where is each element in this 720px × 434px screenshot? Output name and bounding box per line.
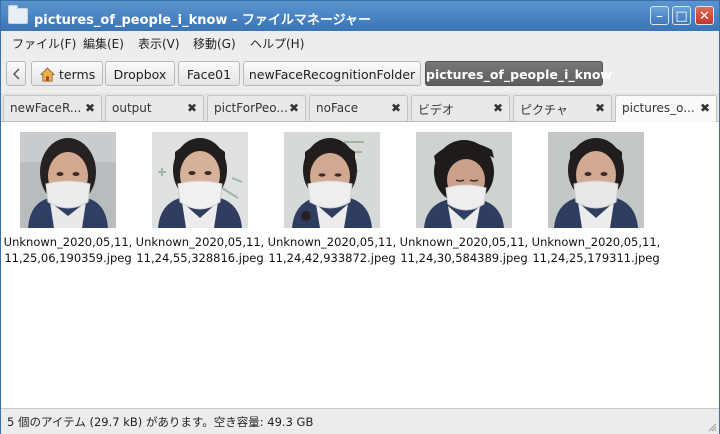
- tab-output[interactable]: output ✖: [105, 95, 204, 121]
- file-name: Unknown_2020,05,11, 11,24,55,328816.jpeg: [135, 235, 265, 265]
- tab-pictforpeo[interactable]: pictForPeo... ✖: [207, 95, 306, 121]
- file-name: Unknown_2020,05,11, 11,25,06,190359.jpeg: [3, 235, 133, 265]
- tab-label: noFace: [316, 101, 359, 115]
- file-name: Unknown_2020,05,11, 11,24,42,933872.jpeg: [267, 235, 397, 265]
- tab-video[interactable]: ビデオ ✖: [411, 95, 510, 121]
- maximize-button[interactable]: □: [672, 6, 691, 25]
- close-icon[interactable]: ✖: [187, 101, 197, 115]
- file-manager-window: pictures_of_people_i_know - ファイルマネージャー –…: [0, 0, 720, 434]
- tab-label: pictures_o...: [622, 101, 695, 115]
- file-thumbnail: [284, 132, 380, 228]
- menu-help[interactable]: ヘルプ(H): [250, 35, 304, 52]
- tab-bar: newFaceR... ✖ output ✖ pictForPeo... ✖ n…: [1, 93, 719, 122]
- tab-newfacer[interactable]: newFaceR... ✖: [3, 95, 102, 121]
- breadcrumb-label: terms: [59, 67, 96, 82]
- breadcrumb-dropbox[interactable]: Dropbox: [105, 61, 175, 86]
- close-icon[interactable]: ✖: [85, 101, 95, 115]
- menu-edit[interactable]: 編集(E): [83, 35, 124, 52]
- tab-label: ピクチャ: [520, 103, 568, 117]
- breadcrumb-home[interactable]: terms: [31, 61, 103, 86]
- close-button[interactable]: ✕: [695, 6, 714, 25]
- file-thumbnail: [548, 132, 644, 228]
- close-icon[interactable]: ✖: [391, 101, 401, 115]
- menu-bar: ファイル(F) 編集(E) 表示(V) 移動(G) ヘルプ(H): [1, 31, 719, 53]
- menu-file[interactable]: ファイル(F): [12, 35, 76, 52]
- file-name: Unknown_2020,05,11, 11,24,30,584389.jpeg: [399, 235, 529, 265]
- close-icon[interactable]: ✖: [289, 101, 299, 115]
- file-thumbnail: [152, 132, 248, 228]
- path-scroll-left-button[interactable]: [6, 61, 26, 86]
- folder-icon: [8, 5, 28, 24]
- close-icon[interactable]: ✖: [595, 101, 605, 115]
- tab-label: output: [112, 101, 152, 115]
- file-thumbnail: [20, 132, 116, 228]
- file-view[interactable]: Unknown_2020,05,11, 11,25,06,190359.jpeg…: [1, 122, 719, 408]
- menu-view[interactable]: 表示(V): [138, 35, 180, 52]
- tab-label: ビデオ: [418, 103, 455, 117]
- file-name: Unknown_2020,05,11, 11,24,25,179311.jpeg: [531, 235, 661, 265]
- window-title: pictures_of_people_i_know - ファイルマネージャー: [34, 13, 371, 28]
- file-thumbnail: [416, 132, 512, 228]
- resize-grip-icon[interactable]: [707, 422, 717, 432]
- path-bar: terms Dropbox Face01 newFaceRecognitionF…: [1, 53, 719, 91]
- tab-label: newFaceR...: [10, 101, 82, 115]
- home-icon: [40, 67, 55, 82]
- close-icon[interactable]: ✖: [493, 101, 503, 115]
- breadcrumb-face01[interactable]: Face01: [178, 61, 240, 86]
- tab-label: pictForPeo...: [214, 101, 288, 115]
- close-icon[interactable]: ✖: [700, 101, 710, 115]
- tab-pictures-jp[interactable]: ピクチャ ✖: [513, 95, 612, 121]
- minimize-button[interactable]: –: [650, 6, 669, 25]
- menu-go[interactable]: 移動(G): [193, 35, 236, 52]
- status-bar: 5 個のアイテム (29.7 kB) があります。空き容量: 49.3 GB: [1, 408, 719, 434]
- chevron-left-icon: [13, 68, 20, 80]
- status-text: 5 個のアイテム (29.7 kB) があります。空き容量: 49.3 GB: [7, 415, 314, 429]
- tab-pictures-of-people[interactable]: pictures_o... ✖: [615, 95, 717, 122]
- breadcrumb-newfacerecognitionfolder[interactable]: newFaceRecognitionFolder: [243, 61, 421, 86]
- title-bar[interactable]: pictures_of_people_i_know - ファイルマネージャー –…: [1, 1, 719, 31]
- breadcrumb-pictures-of-people-i-know[interactable]: pictures_of_people_i_know: [425, 61, 612, 86]
- tab-noface[interactable]: noFace ✖: [309, 95, 408, 121]
